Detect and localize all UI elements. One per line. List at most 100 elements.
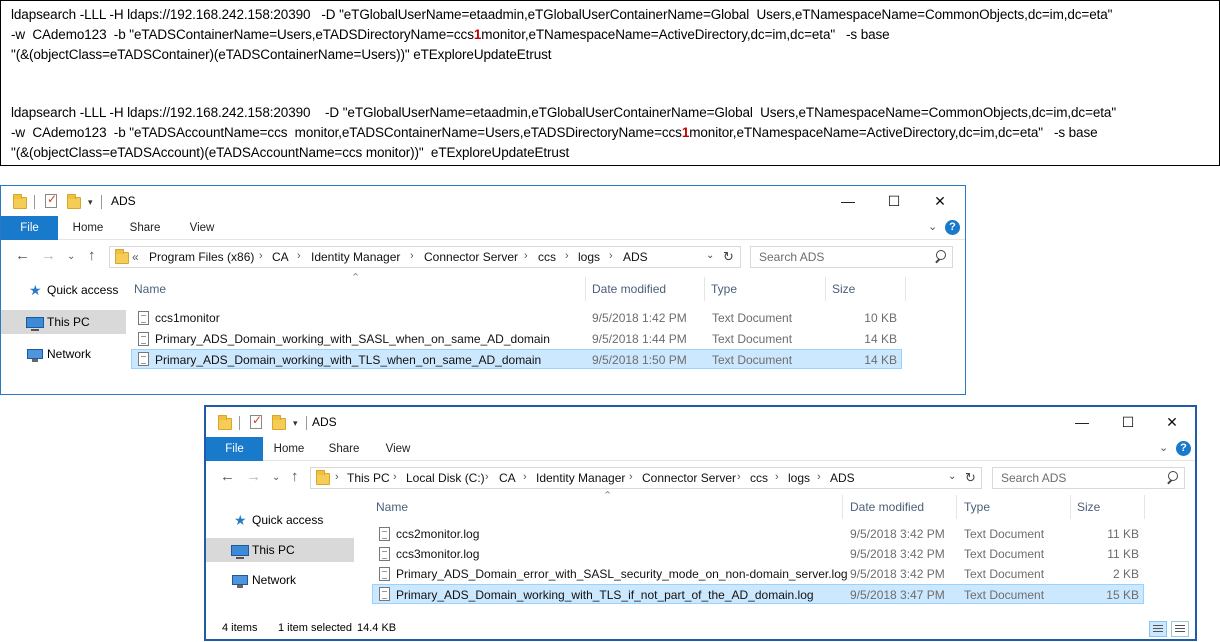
text-file-icon	[138, 352, 149, 366]
crumb-ccs[interactable]: ccs	[750, 471, 768, 485]
details-view-button[interactable]	[1149, 621, 1167, 637]
address-dropdown-icon[interactable]: ⌄	[706, 250, 714, 261]
column-header-name[interactable]: Name	[376, 495, 408, 519]
search-input[interactable]	[993, 468, 1184, 488]
crumb-ccs[interactable]: ccs	[538, 250, 556, 264]
close-button[interactable]: ✕	[917, 186, 963, 216]
expand-ribbon-icon[interactable]: ⌄	[928, 220, 937, 233]
crumb-ads[interactable]: ADS	[623, 250, 648, 264]
column-header-type[interactable]: Type	[711, 277, 737, 301]
column-header-type[interactable]: Type	[964, 495, 990, 519]
file-name: ccs3monitor.log	[396, 547, 480, 561]
crumb-connector-server[interactable]: Connector Server	[424, 250, 518, 264]
crumb-ads[interactable]: ADS	[830, 471, 855, 485]
properties-icon[interactable]	[250, 413, 262, 429]
forward-button[interactable]: →	[41, 247, 56, 264]
crumb-connector-server[interactable]: Connector Server	[642, 471, 736, 485]
crumb-identity-manager[interactable]: Identity Manager	[311, 250, 400, 264]
recent-locations-icon[interactable]: ⌄	[67, 251, 75, 262]
crumb-ca[interactable]: CA	[272, 250, 289, 264]
tab-file[interactable]: File	[1, 216, 58, 240]
tab-share[interactable]: Share	[323, 437, 365, 461]
properties-icon[interactable]	[45, 192, 57, 208]
address-bar[interactable]: › This PC › Local Disk (C:) › CA › Ident…	[310, 467, 982, 489]
file-row[interactable]: ccs2monitor.log 9/5/2018 3:42 PM Text Do…	[372, 524, 1144, 544]
crumb-program-files[interactable]: Program Files (x86)	[149, 250, 254, 264]
overflow-crumb[interactable]: «	[132, 250, 139, 264]
nav-this-pc[interactable]: This PC	[206, 538, 354, 562]
file-row[interactable]: ccs1monitor 9/5/2018 1:42 PM Text Docume…	[131, 308, 902, 328]
search-input[interactable]	[751, 247, 952, 267]
back-button[interactable]: ←	[15, 247, 30, 264]
nav-quick-access[interactable]: ★ Quick access	[1, 278, 126, 302]
tab-share[interactable]: Share	[124, 216, 166, 240]
address-bar[interactable]: « Program Files (x86) › CA › Identity Ma…	[109, 246, 741, 268]
tab-view[interactable]: View	[377, 437, 419, 461]
forward-button[interactable]: →	[246, 468, 261, 485]
help-icon[interactable]: ?	[1176, 441, 1191, 456]
search-box[interactable]	[750, 246, 953, 268]
file-row-selected[interactable]: Primary_ADS_Domain_working_with_TLS_if_n…	[372, 584, 1144, 604]
nav-quick-access[interactable]: ★ Quick access	[206, 508, 331, 532]
column-header-date[interactable]: Date modified	[592, 277, 666, 301]
column-header-date[interactable]: Date modified	[850, 495, 924, 519]
divider	[306, 416, 307, 430]
file-row[interactable]: ccs3monitor.log 9/5/2018 3:42 PM Text Do…	[372, 544, 1144, 564]
divider	[239, 416, 240, 430]
crumb-local-disk[interactable]: Local Disk (C:)	[406, 471, 485, 485]
crumb-logs[interactable]: logs	[788, 471, 810, 485]
text-file-icon	[138, 332, 149, 346]
recent-locations-icon[interactable]: ⌄	[272, 472, 280, 483]
customize-qat-icon[interactable]: ▾	[88, 197, 93, 208]
new-folder-icon[interactable]	[67, 194, 81, 209]
file-row[interactable]: Primary_ADS_Domain_error_with_SASL_secur…	[372, 564, 1144, 584]
minimize-button[interactable]: —	[1059, 407, 1105, 437]
refresh-icon[interactable]: ↻	[965, 470, 976, 486]
title-bar[interactable]: ▾ ADS — ☐ ✕	[206, 407, 1195, 437]
crumb-separator: ›	[629, 471, 633, 483]
computer-icon	[231, 545, 249, 559]
file-name: Primary_ADS_Domain_working_with_TLS_when…	[155, 353, 542, 367]
maximize-button[interactable]: ☐	[1105, 407, 1151, 437]
tab-view[interactable]: View	[181, 216, 223, 240]
new-folder-icon[interactable]	[272, 415, 286, 430]
ribbon-tabs: File Home Share View ⌄ ?	[206, 437, 1195, 461]
close-button[interactable]: ✕	[1149, 407, 1195, 437]
up-button[interactable]: ↑	[88, 247, 96, 264]
help-icon[interactable]: ?	[945, 220, 960, 235]
file-type: Text Document	[964, 547, 1045, 561]
refresh-icon[interactable]: ↻	[723, 249, 734, 265]
maximize-button[interactable]: ☐	[871, 186, 917, 216]
large-icons-view-button[interactable]	[1171, 621, 1189, 637]
column-header-size[interactable]: Size	[832, 277, 855, 301]
up-button[interactable]: ↑	[291, 468, 299, 485]
tab-file[interactable]: File	[206, 437, 263, 461]
crumb-logs[interactable]: logs	[578, 250, 600, 264]
search-box[interactable]	[992, 467, 1185, 489]
text-file-icon	[379, 547, 390, 561]
divider	[101, 195, 102, 209]
nav-network[interactable]: Network	[206, 568, 331, 592]
crumb-separator: ›	[524, 250, 528, 262]
title-bar[interactable]: ▾ ADS — ☐ ✕	[1, 186, 965, 216]
file-name: Primary_ADS_Domain_working_with_TLS_if_n…	[396, 588, 814, 602]
address-dropdown-icon[interactable]: ⌄	[948, 471, 956, 482]
file-row-selected[interactable]: Primary_ADS_Domain_working_with_TLS_when…	[131, 349, 902, 369]
nav-this-pc[interactable]: This PC	[1, 310, 126, 334]
crumb-separator: ›	[609, 250, 613, 262]
tab-home[interactable]: Home	[67, 216, 109, 240]
column-header-name[interactable]: Name	[134, 277, 166, 301]
customize-qat-icon[interactable]: ▾	[293, 418, 298, 429]
column-header-size[interactable]: Size	[1077, 495, 1100, 519]
crumb-this-pc[interactable]: This PC	[347, 471, 390, 485]
crumb-separator: ›	[523, 471, 527, 483]
file-list: ⌃ Name Date modified Type Size ccs1monit…	[131, 272, 906, 387]
minimize-button[interactable]: —	[825, 186, 871, 216]
expand-ribbon-icon[interactable]: ⌄	[1159, 441, 1168, 454]
back-button[interactable]: ←	[220, 468, 235, 485]
crumb-identity-manager[interactable]: Identity Manager	[536, 471, 625, 485]
file-row[interactable]: Primary_ADS_Domain_working_with_SASL_whe…	[131, 329, 902, 349]
tab-home[interactable]: Home	[268, 437, 310, 461]
crumb-ca[interactable]: CA	[499, 471, 516, 485]
nav-network[interactable]: Network	[1, 342, 126, 366]
